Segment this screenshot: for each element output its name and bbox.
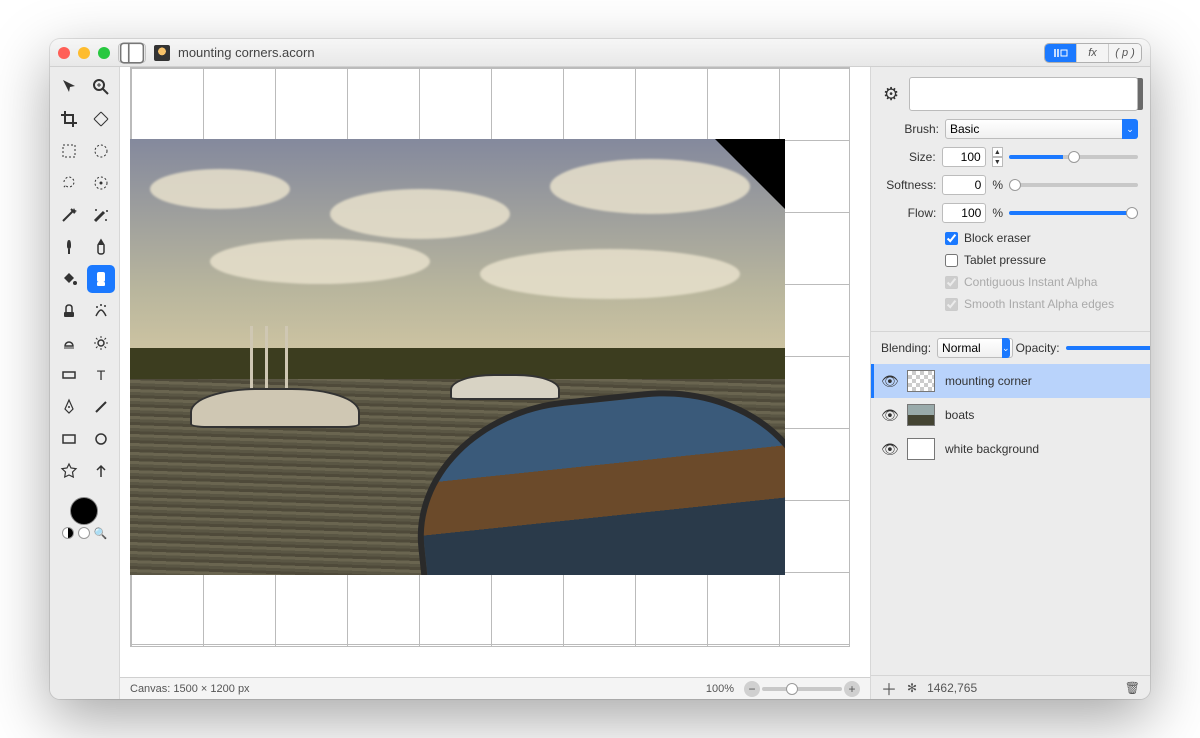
layer-visibility-icon[interactable]: 👁 bbox=[881, 441, 897, 458]
titlebar: mounting corners.acorn fx ( p ) bbox=[50, 39, 1150, 67]
lasso-tool[interactable] bbox=[55, 169, 83, 197]
layers-footer: ＋ ✻ 1462,765 🗑 bbox=[871, 675, 1150, 699]
block-eraser-checkbox[interactable]: Block eraser bbox=[945, 231, 1138, 245]
zoom-in-button[interactable]: + bbox=[844, 681, 860, 697]
flow-slider[interactable] bbox=[1009, 211, 1138, 215]
inspector-p-tab[interactable]: ( p ) bbox=[1109, 44, 1141, 62]
layer-row[interactable]: 👁 white background bbox=[871, 432, 1150, 466]
opacity-label: Opacity: bbox=[1016, 341, 1060, 355]
size-stepper[interactable]: ▲▼ bbox=[992, 147, 1003, 167]
line-tool[interactable] bbox=[87, 393, 115, 421]
cursor-coords-label: 1462,765 bbox=[927, 681, 977, 695]
smooth-alpha-checkbox: Smooth Instant Alpha edges bbox=[945, 297, 1138, 311]
inspector-tools-tab[interactable] bbox=[1045, 44, 1077, 62]
softness-unit: % bbox=[992, 178, 1003, 192]
softness-slider[interactable] bbox=[1009, 183, 1138, 187]
brush-preview[interactable] bbox=[909, 77, 1138, 111]
ellipse-shape-tool[interactable] bbox=[87, 425, 115, 453]
layers-list: 👁 mounting corner 👁 boats 👁 white background bbox=[871, 364, 1150, 675]
poly-lasso-tool[interactable] bbox=[87, 169, 115, 197]
layer-thumbnail bbox=[907, 370, 935, 392]
flow-unit: % bbox=[992, 206, 1003, 220]
star-shape-tool[interactable] bbox=[55, 457, 83, 485]
size-field[interactable] bbox=[942, 147, 986, 167]
smudge-tool[interactable] bbox=[87, 297, 115, 325]
quick-mask-tool[interactable] bbox=[87, 201, 115, 229]
arrow-shape-tool[interactable] bbox=[87, 457, 115, 485]
rect-shape-tool[interactable] bbox=[55, 425, 83, 453]
eraser-tool[interactable] bbox=[87, 265, 115, 293]
document-icon bbox=[154, 45, 170, 61]
flow-label: Flow: bbox=[883, 206, 936, 220]
color-picker-icon[interactable]: 🔍 bbox=[94, 527, 108, 539]
contiguous-alpha-checkbox: Contiguous Instant Alpha bbox=[945, 275, 1138, 289]
opacity-slider[interactable] bbox=[1066, 346, 1150, 350]
pencil-tool[interactable] bbox=[87, 233, 115, 261]
layer-visibility-icon[interactable]: 👁 bbox=[881, 373, 897, 390]
layer-thumbnail bbox=[907, 438, 935, 460]
layer-name-label: white background bbox=[945, 442, 1039, 456]
inspector-fx-tab[interactable]: fx bbox=[1077, 44, 1109, 62]
transform-tool[interactable] bbox=[87, 105, 115, 133]
softness-field[interactable] bbox=[942, 175, 986, 195]
text-tool[interactable]: T bbox=[87, 361, 115, 389]
canvas-statusbar: Canvas: 1500 × 1200 px 100% − + bbox=[120, 677, 870, 699]
close-window-button[interactable] bbox=[58, 47, 70, 59]
zoom-tool[interactable] bbox=[87, 73, 115, 101]
pen-tool[interactable] bbox=[55, 393, 83, 421]
svg-text:T: T bbox=[96, 367, 105, 383]
brush-label: Brush: bbox=[883, 122, 939, 136]
delete-layer-button[interactable]: 🗑 bbox=[1125, 681, 1140, 695]
layer-visibility-icon[interactable]: 👁 bbox=[881, 407, 897, 424]
burn-tool[interactable] bbox=[87, 329, 115, 357]
layer-name-label: mounting corner bbox=[945, 374, 1032, 388]
layer-name-label: boats bbox=[945, 408, 974, 422]
inspector-mode-segmented[interactable]: fx ( p ) bbox=[1044, 43, 1142, 63]
tool-palette: T 🔍 bbox=[50, 67, 120, 699]
fill-tool[interactable] bbox=[55, 265, 83, 293]
zoom-out-button[interactable]: − bbox=[744, 681, 760, 697]
inspector-panel: ⚙ Brush: Basic ⌄ Size: ▲▼ Softness: bbox=[870, 67, 1150, 699]
swap-colors-icon[interactable] bbox=[62, 527, 74, 539]
magic-wand-tool[interactable] bbox=[55, 201, 83, 229]
gradient-tool[interactable] bbox=[55, 361, 83, 389]
canvas-viewport[interactable] bbox=[120, 67, 870, 677]
layers-header: Blending: Normal ⌄ Opacity: bbox=[871, 331, 1150, 364]
layer-row[interactable]: 👁 boats bbox=[871, 398, 1150, 432]
tablet-pressure-checkbox[interactable]: Tablet pressure bbox=[945, 253, 1138, 267]
blending-select[interactable]: Normal bbox=[937, 338, 1013, 358]
paintbrush-tool[interactable] bbox=[55, 233, 83, 261]
crop-tool[interactable] bbox=[55, 105, 83, 133]
layer-fx-button[interactable]: ✻ bbox=[907, 681, 917, 695]
zoom-percent-label: 100% bbox=[706, 683, 734, 695]
softness-label: Softness: bbox=[883, 178, 936, 192]
add-layer-button[interactable]: ＋ bbox=[881, 676, 897, 700]
background-color-swatch[interactable] bbox=[78, 527, 90, 539]
move-tool[interactable] bbox=[55, 73, 83, 101]
minimize-window-button[interactable] bbox=[78, 47, 90, 59]
canvas-area: Canvas: 1500 × 1200 px 100% − + bbox=[120, 67, 870, 699]
layer-thumbnail bbox=[907, 404, 935, 426]
clone-stamp-tool[interactable] bbox=[55, 297, 83, 325]
window-controls bbox=[58, 47, 110, 59]
document-title: mounting corners.acorn bbox=[178, 45, 315, 60]
zoom-slider[interactable] bbox=[762, 687, 842, 691]
flow-field[interactable] bbox=[942, 203, 986, 223]
dodge-tool[interactable] bbox=[55, 329, 83, 357]
size-label: Size: bbox=[883, 150, 936, 164]
sidebar-toggle-button[interactable] bbox=[118, 43, 146, 63]
canvas-size-label: Canvas: 1500 × 1200 px bbox=[130, 683, 250, 695]
tool-options-gear-icon[interactable]: ⚙ bbox=[883, 84, 899, 105]
ellipse-select-tool[interactable] bbox=[87, 137, 115, 165]
foreground-color-swatch[interactable] bbox=[70, 497, 98, 525]
layer-row[interactable]: 👁 mounting corner bbox=[871, 364, 1150, 398]
blending-label: Blending: bbox=[881, 341, 931, 355]
brush-select[interactable]: Basic bbox=[945, 119, 1133, 139]
zoom-window-button[interactable] bbox=[98, 47, 110, 59]
document-image bbox=[130, 139, 785, 575]
rect-select-tool[interactable] bbox=[55, 137, 83, 165]
app-window: mounting corners.acorn fx ( p ) bbox=[50, 39, 1150, 699]
size-slider[interactable] bbox=[1009, 155, 1138, 159]
